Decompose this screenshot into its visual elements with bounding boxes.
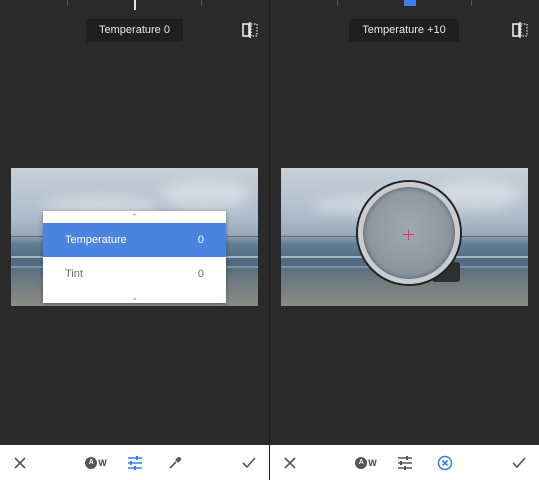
auto-wb-icon[interactable]: AW xyxy=(84,453,108,473)
adjustment-menu: ⌃ Temperature 0 Tint 0 ⌄ xyxy=(43,211,226,303)
eyedropper-cancel-icon[interactable] xyxy=(435,453,455,473)
chevron-down-icon[interactable]: ⌄ xyxy=(43,292,226,302)
menu-item-tint[interactable]: Tint 0 xyxy=(43,257,226,291)
checkmark-icon[interactable] xyxy=(239,453,259,473)
adjustment-value-label: Temperature 0 xyxy=(86,19,183,42)
menu-item-label: Temperature xyxy=(65,234,127,246)
menu-item-value: 0 xyxy=(197,234,204,246)
slider-tick xyxy=(337,0,338,6)
slider-position-marker[interactable] xyxy=(404,0,416,6)
menu-item-temperature[interactable]: Temperature 0 xyxy=(43,223,226,257)
slider-tick xyxy=(471,0,472,6)
auto-wb-label: W xyxy=(368,458,377,468)
compare-icon[interactable] xyxy=(511,22,529,38)
chevron-up-icon[interactable]: ⌃ xyxy=(43,212,226,222)
slider-tick xyxy=(201,0,202,6)
menu-item-value: 0 xyxy=(197,268,204,280)
bottom-toolbar-right: AW xyxy=(270,445,539,480)
adjustment-value-label: Temperature +10 xyxy=(349,19,459,42)
crosshair-icon xyxy=(403,229,414,240)
slider-position-marker[interactable] xyxy=(134,0,136,10)
checkmark-icon[interactable] xyxy=(509,453,529,473)
slider-tick xyxy=(67,0,68,6)
compare-icon[interactable] xyxy=(241,22,259,38)
menu-item-label: Tint xyxy=(65,268,83,280)
sliders-icon[interactable] xyxy=(125,453,145,473)
left-editor-panel: Temperature 0 ⌃ Temperature 0 Tint 0 ⌄ xyxy=(0,0,269,480)
auto-wb-label: W xyxy=(98,458,107,468)
adjustment-slider-track[interactable] xyxy=(0,0,269,10)
eyedropper-icon[interactable] xyxy=(165,453,185,473)
auto-wb-letter: A xyxy=(355,457,368,469)
auto-wb-letter: A xyxy=(85,457,98,469)
close-icon[interactable] xyxy=(280,453,300,473)
auto-wb-icon[interactable]: AW xyxy=(354,453,378,473)
bottom-toolbar-left: AW xyxy=(0,445,269,480)
close-icon[interactable] xyxy=(10,453,30,473)
sliders-icon[interactable] xyxy=(395,453,415,473)
adjustment-slider-track[interactable] xyxy=(270,0,539,10)
